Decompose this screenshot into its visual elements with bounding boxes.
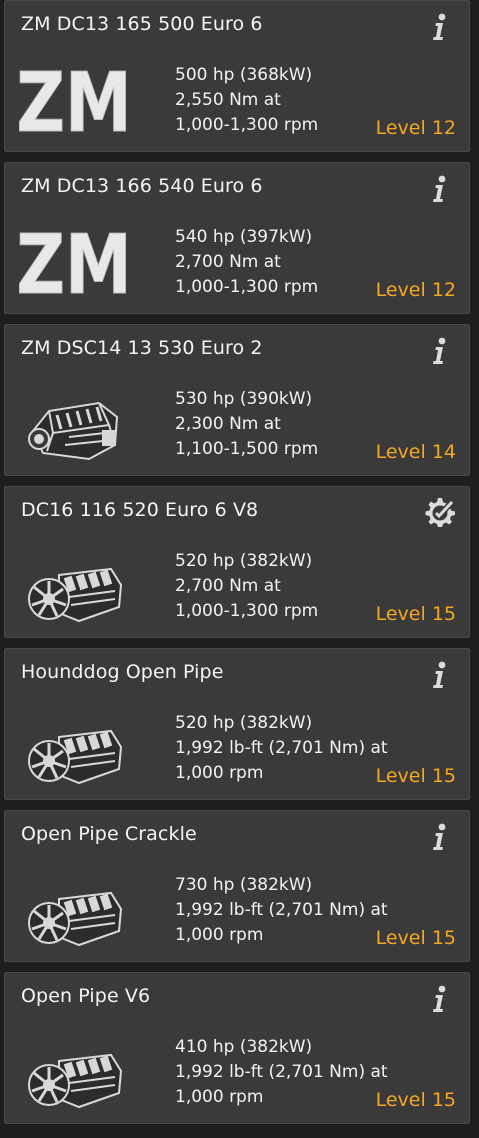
engine-rpm: 1,000-1,300 rpm <box>175 115 319 135</box>
engine-power: 520 hp (382kW) <box>175 551 313 571</box>
level-requirement: Level 15 <box>376 1089 456 1111</box>
level-number: 12 <box>431 117 456 139</box>
zm-logo: ZM <box>19 49 129 145</box>
level-requirement: Level 12 <box>376 117 456 139</box>
level-label: Level <box>375 603 426 625</box>
level-requirement: Level 12 <box>376 279 456 301</box>
engine-torque: 1,992 lb-ft (2,701 Nm) at <box>175 738 388 758</box>
level-number: 12 <box>431 279 456 301</box>
engine-name: ZM DC13 165 500 Euro 6 <box>21 13 263 35</box>
engine-power: 540 hp (397kW) <box>175 227 313 247</box>
info-icon[interactable] <box>427 984 453 1014</box>
engine-rpm: 1,000 rpm <box>175 763 264 783</box>
v8-engine-image <box>19 1021 129 1117</box>
engine-specs: 520 hp (382kW) 2,700 Nm at 1,000-1,300 r… <box>175 549 318 624</box>
info-icon[interactable] <box>427 12 453 42</box>
info-icon[interactable] <box>427 336 453 366</box>
logo-text: ZM <box>19 217 129 307</box>
engine-list: ZM DC13 165 500 Euro 6 ZM 500 hp (368kW)… <box>0 0 479 1138</box>
engine-power: 530 hp (390kW) <box>175 389 313 409</box>
engine-card[interactable]: ZM DC13 165 500 Euro 6 ZM 500 hp (368kW)… <box>4 0 470 152</box>
zm-logo: ZM <box>19 211 129 307</box>
engine-name: ZM DSC14 13 530 Euro 2 <box>21 337 263 359</box>
engine-power: 730 hp (382kW) <box>175 875 313 895</box>
engine-torque: 2,700 Nm at <box>175 252 281 272</box>
engine-name: Open Pipe Crackle <box>21 823 197 845</box>
engine-rpm: 1,000-1,300 rpm <box>175 277 319 297</box>
logo-text: ZM <box>19 55 129 145</box>
engine-specs: 730 hp (382kW) 1,992 lb-ft (2,701 Nm) at… <box>175 873 388 948</box>
engine-specs: 540 hp (397kW) 2,700 Nm at 1,000-1,300 r… <box>175 225 318 300</box>
engine-torque: 1,992 lb-ft (2,701 Nm) at <box>175 900 388 920</box>
engine-name: Open Pipe V6 <box>21 985 151 1007</box>
level-number: 14 <box>431 441 456 463</box>
engine-card[interactable]: Open Pipe Crackle 730 hp (382kW) 1,992 l… <box>4 810 470 962</box>
engine-name: Hounddog Open Pipe <box>21 661 224 683</box>
level-label: Level <box>375 1089 426 1111</box>
level-number: 15 <box>431 927 456 949</box>
level-label: Level <box>375 441 426 463</box>
engine-torque: 1,992 lb-ft (2,701 Nm) at <box>175 1062 388 1082</box>
level-requirement: Level 15 <box>376 927 456 949</box>
info-icon[interactable] <box>427 660 453 690</box>
level-requirement: Level 14 <box>376 441 456 463</box>
level-number: 15 <box>431 603 456 625</box>
engine-power: 500 hp (368kW) <box>175 65 313 85</box>
engine-rpm: 1,100-1,500 rpm <box>175 439 319 459</box>
engine-torque: 2,700 Nm at <box>175 576 281 596</box>
level-number: 15 <box>431 1089 456 1111</box>
engine-card[interactable]: Open Pipe V6 410 hp (382kW) 1,992 lb-ft … <box>4 972 470 1124</box>
level-requirement: Level 15 <box>376 765 456 787</box>
engine-rpm: 1,000 rpm <box>175 925 264 945</box>
info-icon[interactable] <box>427 822 453 852</box>
level-number: 15 <box>431 765 456 787</box>
info-icon[interactable] <box>427 174 453 204</box>
engine-rpm: 1,000 rpm <box>175 1087 264 1107</box>
engine-name: ZM DC13 166 540 Euro 6 <box>21 175 263 197</box>
engine-name: DC16 116 520 Euro 6 V8 <box>21 499 259 521</box>
level-label: Level <box>375 279 426 301</box>
v8-engine-image <box>19 535 129 631</box>
engine-power: 520 hp (382kW) <box>175 713 313 733</box>
gear-check-icon[interactable] <box>425 498 457 528</box>
engine-torque: 2,300 Nm at <box>175 414 281 434</box>
engine-specs: 500 hp (368kW) 2,550 Nm at 1,000-1,300 r… <box>175 63 318 138</box>
level-label: Level <box>375 117 426 139</box>
engine-specs: 530 hp (390kW) 2,300 Nm at 1,100-1,500 r… <box>175 387 318 462</box>
engine-power: 410 hp (382kW) <box>175 1037 313 1057</box>
v8-engine-image <box>19 859 129 955</box>
engine-card[interactable]: ZM DSC14 13 530 Euro 2 530 hp (390kW) 2,… <box>4 324 470 476</box>
engine-specs: 520 hp (382kW) 1,992 lb-ft (2,701 Nm) at… <box>175 711 388 786</box>
level-label: Level <box>375 927 426 949</box>
level-requirement: Level 15 <box>376 603 456 625</box>
engine-rpm: 1,000-1,300 rpm <box>175 601 319 621</box>
level-label: Level <box>375 765 426 787</box>
engine-card[interactable]: ZM DC13 166 540 Euro 6 ZM 540 hp (397kW)… <box>4 162 470 314</box>
v8-engine-image <box>19 697 129 793</box>
engine-specs: 410 hp (382kW) 1,992 lb-ft (2,701 Nm) at… <box>175 1035 388 1110</box>
engine-torque: 2,550 Nm at <box>175 90 281 110</box>
engine-card[interactable]: Hounddog Open Pipe 520 hp (382kW) 1,992 … <box>4 648 470 800</box>
inline-engine-image <box>19 373 129 469</box>
engine-card[interactable]: DC16 116 520 Euro 6 V8 520 hp (382kW) 2,… <box>4 486 470 638</box>
